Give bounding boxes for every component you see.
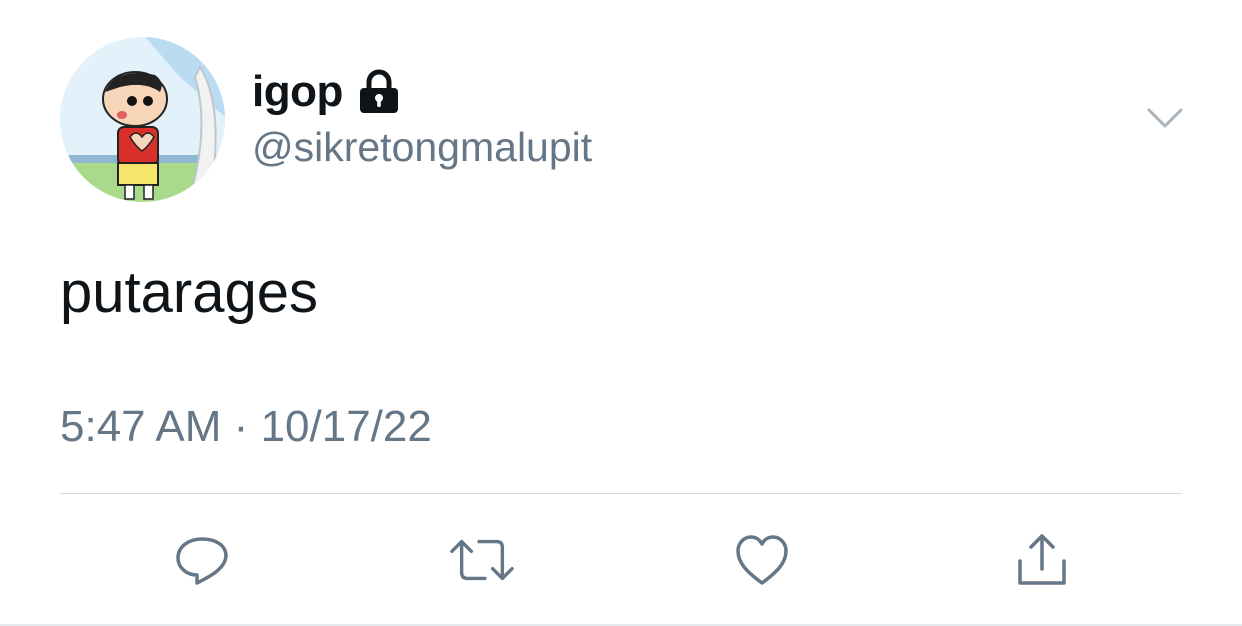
like-icon bbox=[736, 535, 788, 585]
timestamp-separator: · bbox=[233, 402, 249, 451]
avatar-image bbox=[60, 37, 225, 202]
divider bbox=[60, 493, 1182, 494]
user-handle[interactable]: @sikretongmalupit bbox=[252, 124, 592, 171]
like-button[interactable] bbox=[730, 528, 794, 592]
tweet-detail: igop @sikretongmalupit putarages 5:47 AM… bbox=[0, 0, 1242, 626]
share-icon bbox=[1018, 534, 1066, 585]
reply-button[interactable] bbox=[170, 528, 234, 592]
action-bar bbox=[0, 528, 1242, 592]
share-button[interactable] bbox=[1010, 528, 1074, 592]
tweet-time: 5:47 AM bbox=[60, 402, 222, 451]
chevron-down-icon[interactable] bbox=[1146, 106, 1184, 130]
retweet-button[interactable] bbox=[450, 528, 514, 592]
tweet-date: 10/17/22 bbox=[260, 402, 432, 451]
retweet-icon bbox=[450, 539, 514, 581]
name-row: igop bbox=[252, 64, 401, 120]
reply-icon bbox=[176, 537, 228, 585]
display-name[interactable]: igop bbox=[252, 67, 343, 117]
lock-icon bbox=[357, 69, 401, 115]
tweet-timestamp[interactable]: 5:47 AM · 10/17/22 bbox=[60, 402, 432, 452]
tweet-text: putarages bbox=[60, 260, 318, 325]
avatar[interactable] bbox=[60, 37, 225, 202]
